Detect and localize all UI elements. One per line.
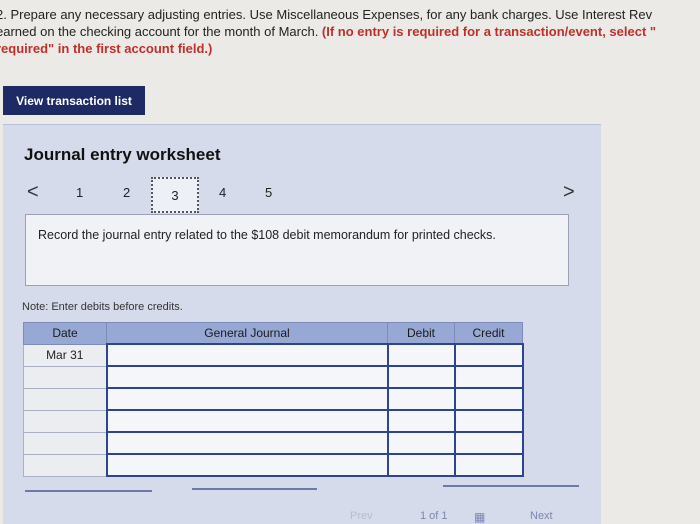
date-column-header: Date: [23, 322, 107, 345]
next-button[interactable]: Next: [530, 510, 553, 522]
account-input[interactable]: [107, 411, 387, 431]
credit-input[interactable]: [455, 345, 522, 365]
account-select[interactable]: [105, 387, 389, 411]
instructions-line-1: 2. Prepare any necessary adjusting entri…: [0, 7, 653, 22]
account-input[interactable]: [107, 345, 387, 365]
debit-input[interactable]: [388, 367, 454, 387]
table-row: [23, 453, 524, 477]
account-select[interactable]: [105, 431, 389, 455]
general-journal-column-header: General Journal: [106, 322, 388, 345]
journal-header-row: Date General Journal Debit Credit: [23, 322, 523, 345]
date-cell: Mar 31: [23, 343, 107, 367]
debit-field[interactable]: [386, 365, 456, 389]
credit-field[interactable]: [453, 453, 524, 477]
divider: [25, 490, 152, 492]
date-cell: [23, 365, 107, 389]
account-input[interactable]: [107, 389, 387, 409]
credit-field[interactable]: [453, 365, 524, 389]
debit-input[interactable]: [388, 455, 454, 475]
credit-input[interactable]: [455, 367, 522, 387]
grid-icon[interactable]: ▦: [474, 510, 485, 524]
page-tab-4[interactable]: 4: [219, 185, 226, 200]
transaction-prompt: Record the journal entry related to the …: [25, 214, 569, 286]
page-indicator: 1 of 1: [420, 510, 448, 522]
debit-field[interactable]: [386, 431, 456, 455]
instructions: 2. Prepare any necessary adjusting entri…: [0, 6, 700, 57]
journal-entry-worksheet: Journal entry worksheet < 1 2 3 4 5 > Re…: [3, 124, 601, 524]
credit-field[interactable]: [453, 343, 524, 367]
credit-field[interactable]: [453, 409, 524, 433]
credit-input[interactable]: [455, 433, 522, 453]
date-cell: [23, 409, 107, 433]
date-cell: [23, 387, 107, 411]
credit-input[interactable]: [455, 455, 522, 475]
debit-field[interactable]: [386, 387, 456, 411]
account-select[interactable]: [105, 365, 389, 389]
prev-button[interactable]: Prev: [350, 510, 373, 522]
view-transaction-list-button[interactable]: View transaction list: [3, 86, 145, 115]
credit-field[interactable]: [453, 431, 524, 455]
credit-input[interactable]: [455, 389, 522, 409]
instructions-required-note: (If no entry is required for a transacti…: [321, 24, 657, 39]
credit-column-header: Credit: [454, 322, 523, 345]
next-arrow-icon[interactable]: >: [563, 181, 575, 204]
table-row: [23, 387, 524, 411]
table-row: [23, 431, 524, 455]
date-cell: [23, 453, 107, 477]
table-row: [23, 409, 524, 433]
account-input[interactable]: [107, 367, 387, 387]
page-tab-1[interactable]: 1: [76, 185, 83, 200]
worksheet-pagination: < 1 2 3 4 5 >: [3, 177, 601, 217]
credit-field[interactable]: [453, 387, 524, 411]
page-tab-5[interactable]: 5: [265, 185, 272, 200]
account-select[interactable]: [105, 409, 389, 433]
worksheet-title: Journal entry worksheet: [24, 145, 221, 164]
date-cell: [23, 431, 107, 455]
debit-column-header: Debit: [387, 322, 455, 345]
debit-field[interactable]: [386, 453, 456, 477]
prev-arrow-icon[interactable]: <: [27, 181, 39, 204]
instructions-line-2-text: earned on the checking account for the m…: [0, 24, 322, 39]
journal-table: Date General Journal Debit Credit Mar 31: [23, 322, 524, 477]
account-input[interactable]: [107, 455, 387, 475]
debit-input[interactable]: [388, 345, 454, 365]
page-tab-3[interactable]: 3: [151, 177, 199, 213]
account-input[interactable]: [107, 433, 387, 453]
account-select[interactable]: [105, 453, 389, 477]
debit-input[interactable]: [388, 411, 454, 431]
divider: [443, 485, 579, 487]
instructions-line-2: earned on the checking account for the m…: [0, 23, 700, 40]
debit-input[interactable]: [388, 433, 454, 453]
debit-field[interactable]: [386, 409, 456, 433]
instructions-line-3: required" in the first account field.): [0, 41, 213, 56]
page-tab-2[interactable]: 2: [123, 185, 130, 200]
table-row: [23, 365, 524, 389]
table-row: Mar 31: [23, 343, 524, 367]
debit-field[interactable]: [386, 343, 456, 367]
divider: [192, 488, 317, 490]
credit-input[interactable]: [455, 411, 522, 431]
account-select[interactable]: [105, 343, 389, 367]
debit-input[interactable]: [388, 389, 454, 409]
debits-note: Note: Enter debits before credits.: [22, 301, 183, 313]
